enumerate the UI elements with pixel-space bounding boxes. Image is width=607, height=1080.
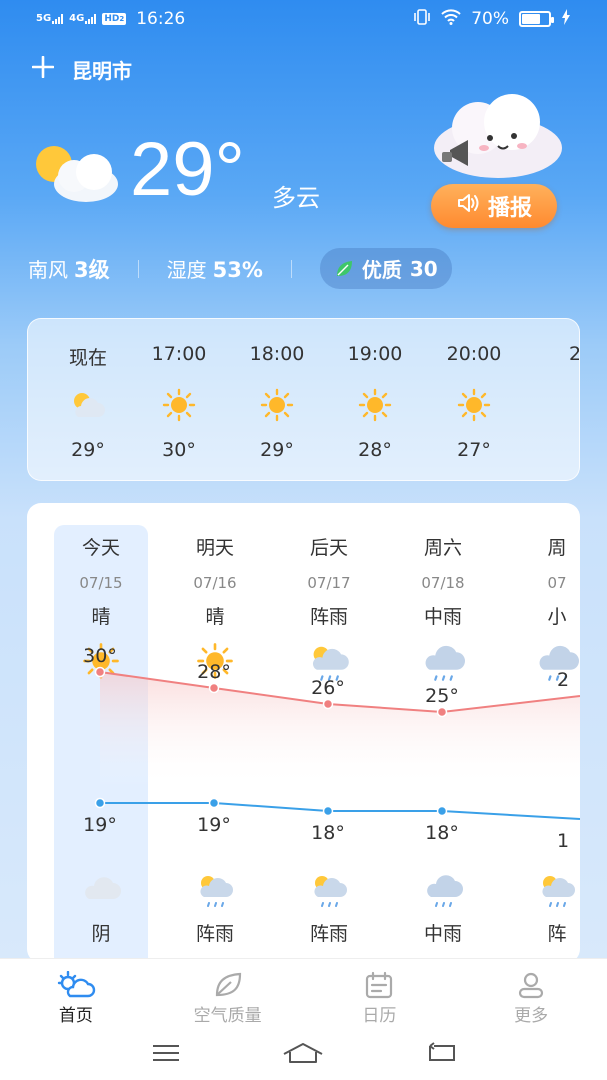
wind-value: 3级 (74, 257, 110, 282)
high-temp-point (94, 666, 106, 678)
humidity-label: 湿度 (166, 258, 207, 282)
city-header: 昆明市 (31, 54, 132, 84)
tab-more[interactable]: 更多 (455, 959, 607, 1030)
vibrate-icon (413, 8, 431, 30)
hour-temp: 29° (260, 439, 294, 461)
high-temp-point (436, 706, 448, 718)
bottom-tab-bar: 首页 空气质量 日历 更多 (0, 958, 607, 1030)
hourly-item: 18:00 29° (232, 343, 322, 461)
leaf-icon (334, 259, 354, 279)
battery-percent: 70% (471, 9, 509, 29)
hour-temp: 29° (71, 439, 105, 461)
current-condition: 多云 (272, 184, 320, 212)
high-temp-point (208, 682, 220, 694)
person-icon (516, 971, 546, 999)
broadcast-button[interactable]: 播报 (431, 184, 557, 228)
low-temp-point (322, 805, 334, 817)
partly-cloudy-icon (43, 387, 133, 427)
low-temp-label: 1 (557, 830, 569, 852)
hd-badge: HD2 (102, 13, 127, 25)
aqi-badge[interactable]: 优质 30 (319, 248, 452, 289)
system-nav-bar (0, 1030, 607, 1080)
wifi-icon (441, 8, 461, 30)
hour-time: 19:00 (347, 343, 403, 365)
signal-4g: 4G (69, 14, 97, 24)
partly-cloudy-icon (30, 140, 124, 206)
tab-label: 空气质量 (193, 1006, 262, 1026)
hour-temp: 27° (457, 439, 491, 461)
hourly-item: 20:00 27° (429, 343, 519, 461)
tab-calendar[interactable]: 日历 (304, 959, 456, 1030)
sun-icon (429, 387, 519, 427)
hour-time: 20:00 (446, 343, 502, 365)
low-temp-label: 19° (83, 814, 117, 836)
high-temp-label: 25° (425, 685, 459, 707)
high-temp-point (322, 698, 334, 710)
humidity-info: 湿度 53% (167, 254, 263, 283)
calendar-icon (364, 971, 394, 999)
weather-icon (530, 387, 579, 427)
city-name[interactable]: 昆明市 (72, 55, 132, 84)
charging-icon (561, 8, 571, 30)
leaf-icon (213, 971, 243, 999)
wind-info: 南风 3级 (28, 254, 110, 284)
menu-icon[interactable] (151, 1043, 181, 1067)
sun-icon (232, 387, 322, 427)
hourly-item: 2 (530, 343, 580, 439)
hour-temp: 30° (162, 439, 196, 461)
hour-time: 17:00 (151, 343, 207, 365)
hour-time: 现在 (68, 347, 107, 369)
low-temp-label: 18° (311, 822, 345, 844)
current-temperature: 29° (130, 127, 245, 212)
humidity-value: 53% (212, 258, 263, 282)
daily-forecast[interactable]: 今天 07/15 晴阴明天 07/16 晴阵雨 后天 07/17 阵雨 阵雨 周六 07/18 中雨中… (27, 503, 580, 963)
hourly-item: 19:00 28° (330, 343, 420, 461)
tab-label: 日历 (362, 1006, 397, 1026)
tab-label: 首页 (58, 1006, 93, 1026)
high-temp-label: 30° (83, 645, 117, 667)
low-temp-label: 19° (197, 814, 231, 836)
divider (290, 259, 292, 278)
wind-label: 南风 (28, 257, 68, 282)
hour-time: 18:00 (249, 343, 305, 365)
weather-info-row: 南风 3级 湿度 53% 优质 30 (28, 248, 452, 289)
temperature-chart: 30° 19° 28° 19° 26° 18° 25° 18° 2 1 (83, 645, 580, 852)
low-temp-point (94, 797, 106, 809)
tab-air-quality[interactable]: 空气质量 (152, 959, 304, 1030)
low-temp-label: 18° (425, 822, 459, 844)
divider (137, 259, 139, 278)
tab-home[interactable]: 首页 (0, 959, 152, 1030)
hourly-item: 现在 29° (43, 343, 133, 461)
home-weather-icon (56, 970, 96, 999)
hourly-item: 17:00 30° (134, 343, 224, 461)
aqi-value: 30 (409, 256, 438, 281)
hourly-forecast[interactable]: 现在 29° 17:00 30° 18:00 29° 19:00 28° 20:00 27° 2 (27, 318, 580, 481)
add-city-icon[interactable] (31, 54, 55, 84)
broadcast-label: 播报 (487, 196, 532, 221)
home-nav-icon[interactable] (282, 1042, 324, 1068)
battery-icon (519, 11, 554, 27)
low-temp-point (208, 797, 220, 809)
hour-time: 2 (568, 343, 580, 365)
status-bar: 5G 4G HD2 16:26 70% (0, 0, 607, 38)
speaker-icon (456, 192, 480, 220)
signal-5g: 5G (36, 14, 64, 24)
hour-temp: 28° (358, 439, 392, 461)
back-icon[interactable] (426, 1042, 456, 1068)
high-temp-label: 28° (197, 661, 231, 683)
high-temp-label: 2 (557, 669, 569, 691)
low-temp-point (436, 805, 448, 817)
mascot-cloud-icon[interactable] (420, 92, 570, 182)
low-temp-line (100, 802, 580, 820)
high-temp-label: 26° (311, 677, 345, 699)
aqi-label: 优质 (361, 258, 402, 282)
sun-icon (134, 387, 224, 427)
status-time: 16:26 (136, 9, 186, 29)
sun-icon (330, 387, 420, 427)
tab-label: 更多 (514, 1006, 549, 1026)
